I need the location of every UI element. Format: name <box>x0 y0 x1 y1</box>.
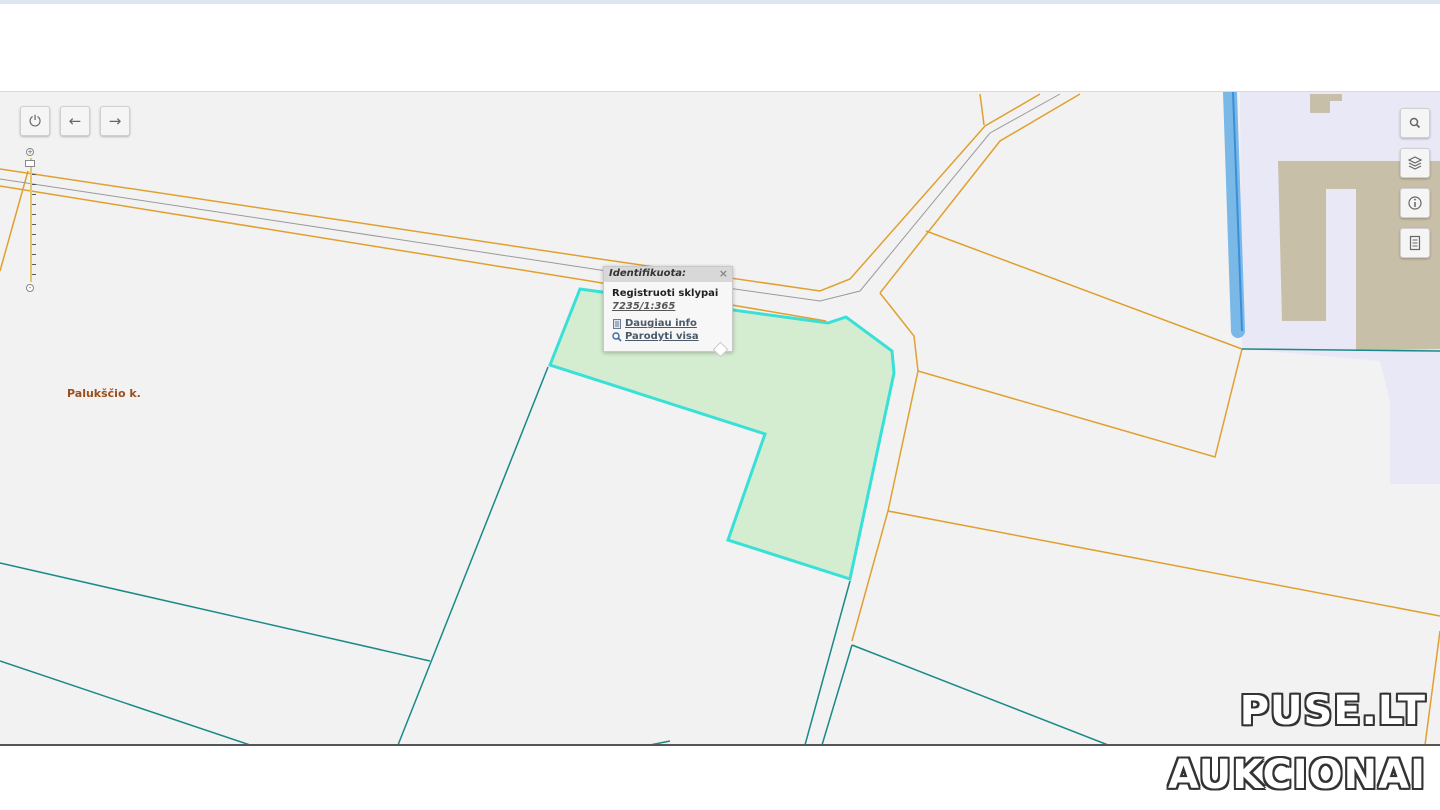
forward-button[interactable]: → <box>100 106 130 136</box>
arrow-right-icon: → <box>108 112 122 130</box>
parcel-id-link[interactable]: 7235/1:365 <box>612 301 724 312</box>
zoom-tick <box>32 214 36 215</box>
zoom-tick <box>32 174 36 175</box>
zoom-tick <box>32 264 36 265</box>
zoom-slider[interactable]: + - <box>24 148 38 292</box>
search-button[interactable] <box>1400 108 1430 138</box>
zoom-tick <box>32 194 36 195</box>
close-icon[interactable]: × <box>719 267 728 280</box>
info-icon <box>1408 196 1422 210</box>
show-all-label: Parodyti visa <box>625 331 699 342</box>
header-bar <box>0 4 1440 90</box>
zoom-tick <box>32 244 36 245</box>
zoom-tick <box>32 274 36 275</box>
layers-button[interactable] <box>1400 148 1430 178</box>
more-info-link[interactable]: Daugiau info <box>612 318 724 329</box>
show-all-link[interactable]: Parodyti visa <box>612 331 724 342</box>
popup-title: Registruoti sklypai <box>612 288 719 299</box>
zoom-in-icon[interactable]: + <box>26 148 34 156</box>
popup-header: Identifikuota: × <box>604 267 732 282</box>
identify-popup: Identifikuota: × Registruoti sklypai 723… <box>603 266 733 358</box>
more-info-label: Daugiau info <box>625 318 697 329</box>
zoom-icon <box>612 331 622 342</box>
popup-header-text: Identifikuota: <box>609 268 687 279</box>
popup-body: Registruoti sklypai 7235/1:365 Daugiau i… <box>604 282 732 342</box>
legend-button[interactable] <box>1400 228 1430 258</box>
legend-icon <box>1409 235 1421 251</box>
zoom-tick <box>32 234 36 235</box>
place-label: Palukščio k. <box>67 387 141 400</box>
arrow-left-icon: ← <box>68 112 82 130</box>
back-button[interactable]: ← <box>60 106 90 136</box>
layers-icon <box>1407 156 1423 170</box>
zoom-thumb[interactable] <box>25 160 35 167</box>
document-icon <box>612 318 622 329</box>
zoom-tick <box>32 184 36 185</box>
zoom-tick <box>32 254 36 255</box>
search-icon <box>1409 117 1421 129</box>
info-button[interactable] <box>1400 188 1430 218</box>
map-canvas[interactable]: ⏻ ← → + - Palukščio k. Identifikuota: × … <box>0 91 1440 745</box>
zoom-tick <box>32 224 36 225</box>
zoom-out-icon[interactable]: - <box>26 284 34 292</box>
home-button[interactable]: ⏻ <box>20 106 50 136</box>
watermark-line2: AUKCIONAI <box>1168 752 1426 798</box>
watermark-line1: PUSE.LT <box>1239 688 1426 734</box>
road-centerline <box>0 93 1061 302</box>
zoom-tick <box>32 204 36 205</box>
power-icon: ⏻ <box>29 112 41 130</box>
parcel-layer <box>0 92 1440 745</box>
